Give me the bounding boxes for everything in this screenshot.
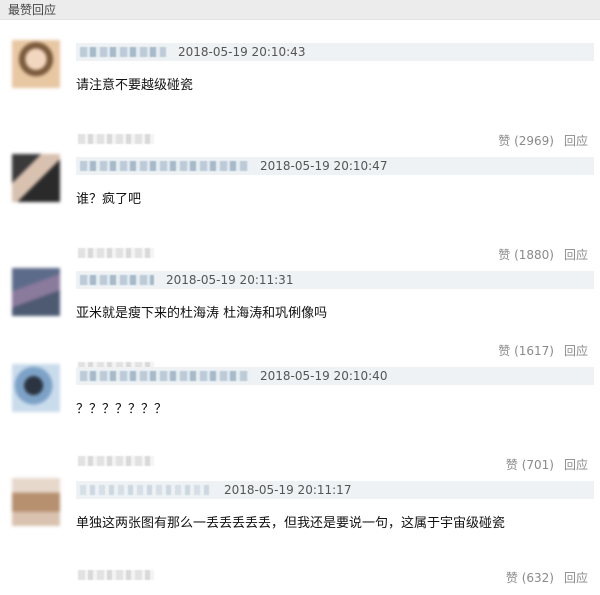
meta-redacted <box>78 456 154 466</box>
comment-item: 2018-05-19 20:10:47 谁？疯了吧 赞 (1880) 回应 <box>0 154 600 268</box>
meta-redacted <box>78 570 154 580</box>
comment-timestamp: 2018-05-19 20:10:43 <box>178 45 306 59</box>
comment-timestamp: 2018-05-19 20:10:47 <box>260 159 388 173</box>
comment-author-bar: 2018-05-19 20:10:40 <box>76 367 594 385</box>
avatar[interactable] <box>12 364 60 412</box>
avatar[interactable] <box>12 154 60 202</box>
comment-timestamp: 2018-05-19 20:10:40 <box>260 369 388 383</box>
author-name-redacted[interactable] <box>80 161 248 171</box>
comment-item: 2018-05-19 20:10:40 ？？？？？？？ 赞 (701) 回应 <box>0 364 600 478</box>
comment-text: 谁？疯了吧 <box>76 192 142 207</box>
meta-redacted <box>78 134 154 144</box>
avatar[interactable] <box>12 40 60 88</box>
like-button[interactable]: 赞 (1880) <box>498 248 554 262</box>
comment-author-bar: 2018-05-19 20:11:31 <box>76 271 594 289</box>
reply-button[interactable]: 回应 <box>564 344 588 358</box>
section-header: 最赞回应 <box>0 0 600 20</box>
like-button[interactable]: 赞 (2969) <box>498 134 554 148</box>
comment-timestamp: 2018-05-19 20:11:17 <box>224 483 352 497</box>
meta-redacted <box>78 248 154 258</box>
reply-button[interactable]: 回应 <box>564 458 588 472</box>
comment-text: 请注意不要越级碰瓷 <box>76 78 194 93</box>
avatar[interactable] <box>12 478 60 526</box>
author-name-redacted[interactable] <box>80 47 166 57</box>
comment-text: 单独这两张图有那么一丢丢丢丢丢，但我还是要说一句，这属于宇宙级碰瓷 <box>76 516 506 531</box>
comment-author-bar: 2018-05-19 20:11:17 <box>76 481 594 499</box>
comment-item: 2018-05-19 20:10:43 请注意不要越级碰瓷 赞 (2969) 回应 <box>0 40 600 154</box>
comment-actions: 赞 (2969) 回应 <box>498 133 588 149</box>
avatar[interactable] <box>12 268 60 316</box>
comment-author-bar: 2018-05-19 20:10:47 <box>76 157 594 175</box>
author-name-redacted[interactable] <box>80 275 154 285</box>
comment-timestamp: 2018-05-19 20:11:31 <box>166 273 294 287</box>
like-button[interactable]: 赞 (701) <box>506 458 554 472</box>
reply-button[interactable]: 回应 <box>564 134 588 148</box>
section-title: 最赞回应 <box>8 3 57 17</box>
comment-actions: 赞 (1880) 回应 <box>498 247 588 263</box>
reply-button[interactable]: 回应 <box>564 248 588 262</box>
comment-text: 亚米就是瘦下来的杜海涛 杜海涛和巩俐像吗 <box>76 306 328 321</box>
author-name-redacted[interactable] <box>80 371 248 381</box>
author-name-redacted[interactable] <box>80 485 212 495</box>
like-button[interactable]: 赞 (1617) <box>498 344 554 358</box>
comment-text: ？？？？？？？ <box>76 402 168 417</box>
comment-actions: 赞 (701) 回应 <box>506 457 588 473</box>
comment-actions: 赞 (1617) 回应 <box>498 343 588 359</box>
comment-author-bar: 2018-05-19 20:10:43 <box>76 43 594 61</box>
watermark <box>504 569 600 595</box>
